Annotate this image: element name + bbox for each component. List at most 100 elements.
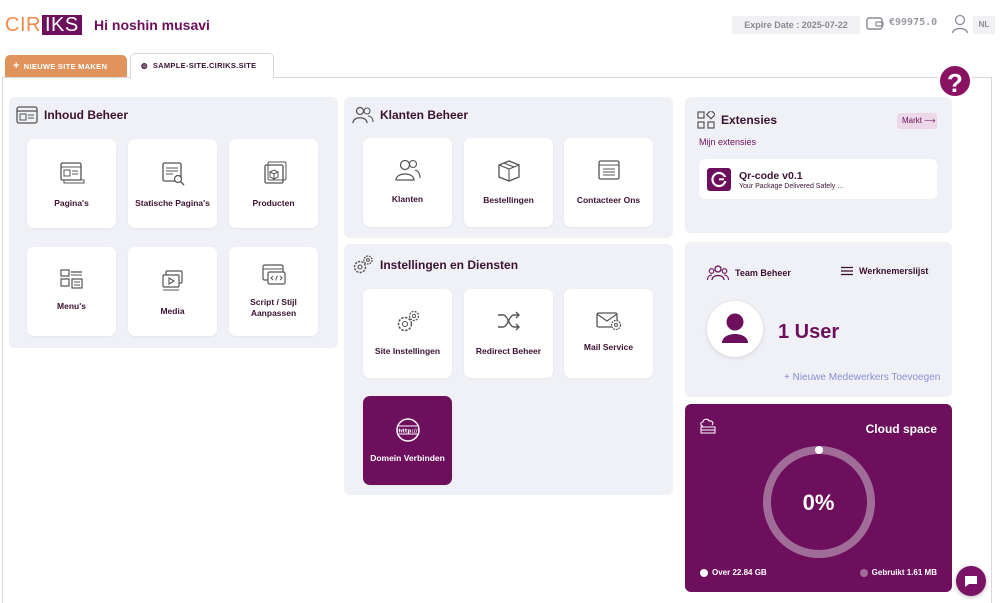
cloud-server-icon <box>700 418 716 434</box>
free-dot-icon <box>700 568 708 577</box>
customers-title-text: Klanten Beheer <box>380 108 469 122</box>
logo-text-left: CIR <box>5 13 41 36</box>
current-site-tab-label: SAMPLE-SITE.CIRIKS.SITE <box>152 61 257 70</box>
contact-form-icon <box>597 160 620 180</box>
market-button[interactable]: Markt ⟶ <box>897 113 937 129</box>
users-count: 1 User <box>778 321 840 343</box>
market-button-label: Markt <box>902 116 922 125</box>
pages-icon <box>59 162 84 184</box>
team-icon <box>707 265 729 281</box>
pages-card-label: Pagina's <box>54 198 89 208</box>
static-pages-card-label: Statische Pagina's <box>135 198 210 208</box>
top-header: CIR IKS Hi noshin musavi Expire Date : 20… <box>0 0 1003 50</box>
products-box-icon <box>263 161 286 184</box>
current-site-tab[interactable]: ◍ SAMPLE-SITE.CIRIKS.SITE <box>130 53 274 78</box>
products-card-label: Producten <box>252 198 295 208</box>
list-icon <box>841 266 853 276</box>
extensions-grid-icon <box>697 111 715 129</box>
expire-date-badge: Expire Date : 2025-07-22 <box>732 16 860 34</box>
user-profile-icon[interactable] <box>951 14 969 34</box>
browser-window-icon <box>16 106 38 124</box>
wallet-balance: €99975.0 <box>889 17 938 28</box>
orders-box-icon <box>497 160 520 182</box>
wallet-icon[interactable] <box>866 16 884 31</box>
used-dot-icon <box>859 568 868 577</box>
orders-card[interactable]: Bestellingen <box>464 138 553 227</box>
mail-service-card[interactable]: Mail Service <box>564 289 653 378</box>
code-window-icon <box>261 264 286 285</box>
extension-name: Qr-code v0.1 <box>739 170 803 182</box>
contact-us-card-label: Contacteer Ons <box>576 195 641 205</box>
media-icon <box>161 270 183 291</box>
logo-text-right: IKS <box>41 15 82 35</box>
redirect-card-label: Redirect Beheer <box>475 346 542 356</box>
media-card[interactable]: Media <box>128 247 217 336</box>
customers-card-label: Klanten <box>391 194 424 204</box>
storage-percent: 0% <box>802 490 835 515</box>
plus-icon: + <box>13 60 20 72</box>
arrow-right-icon: ⟶ <box>924 116 936 125</box>
shuffle-icon <box>497 311 520 331</box>
person-icon <box>722 313 748 343</box>
avatar <box>707 301 763 357</box>
site-settings-card-label: Site Instellingen <box>374 346 441 356</box>
used-space-label: Gebruikt 1.61 MB <box>871 568 937 577</box>
chat-button[interactable] <box>956 566 986 596</box>
static-pages-icon <box>161 162 184 186</box>
help-button[interactable]: ? <box>938 64 972 98</box>
menus-card-label: Menu's <box>57 301 86 311</box>
used-space-legend: Gebruikt 1.61 MB <box>859 568 937 577</box>
menus-icon <box>59 269 83 289</box>
staff-list-link[interactable]: Werknemerslijst <box>841 266 928 276</box>
greeting-text: Hi noshin musavi <box>94 17 210 33</box>
settings-title-text: Instellingen en Diensten <box>380 258 519 272</box>
http-globe-icon: http:// <box>395 418 420 442</box>
site-settings-card[interactable]: Site Instellingen <box>363 289 452 378</box>
media-card-label: Media <box>160 306 185 316</box>
script-style-card-label: Script / Stijl Aanpassen <box>250 297 297 318</box>
extension-description: Your Package Delivered Safely ... <box>739 183 844 190</box>
pages-card[interactable]: Pagina's <box>27 139 116 228</box>
cloud-space-title: Cloud space <box>865 422 937 436</box>
site-settings-gears-icon <box>397 310 419 332</box>
content-management-title: Inhoud Beheer <box>16 106 128 124</box>
language-switch[interactable]: NL <box>973 16 995 34</box>
redirect-card[interactable]: Redirect Beheer <box>464 289 553 378</box>
free-space-legend: Over 22.84 GB <box>700 568 767 577</box>
content-management-title-text: Inhoud Beheer <box>44 108 129 122</box>
gears-icon <box>353 255 373 274</box>
customers-title: Klanten Beheer <box>352 106 468 124</box>
script-style-card[interactable]: Script / Stijl Aanpassen <box>229 247 318 336</box>
contact-us-card[interactable]: Contacteer Ons <box>564 138 653 227</box>
cloud-space-panel: Cloud space 0% Over 22.84 GB Gebruikt 1.… <box>685 404 952 592</box>
extension-item[interactable]: Qr-code v0.1 Your Package Delivered Safe… <box>699 159 937 199</box>
add-staff-link[interactable]: + Nieuwe Medewerkers Toevoegen <box>784 372 940 383</box>
qr-code-extension-icon <box>707 168 731 191</box>
mail-service-card-label: Mail Service <box>583 342 634 352</box>
globe-icon: ◍ <box>141 61 148 70</box>
products-card[interactable]: Producten <box>229 139 318 228</box>
team-management-link[interactable]: Team Beheer <box>707 265 791 281</box>
staff-list-label: Werknemerslijst <box>859 266 929 276</box>
team-management-label: Team Beheer <box>735 268 791 278</box>
static-pages-card[interactable]: Statische Pagina's <box>128 139 217 228</box>
customers-card[interactable]: Klanten <box>363 138 452 227</box>
customers-icon <box>394 159 421 181</box>
extensions-title: Extensies <box>697 111 777 129</box>
mail-settings-icon <box>595 312 621 331</box>
orders-card-label: Bestellingen <box>483 195 534 205</box>
my-extensions-label: Mijn extensies <box>699 137 757 147</box>
new-site-tab-label: NIEUWE SITE MAKEN <box>23 62 108 71</box>
settings-title: Instellingen en Diensten <box>352 254 518 276</box>
svg-text:http://: http:// <box>398 428 418 434</box>
menus-card[interactable]: Menu's <box>27 247 116 336</box>
gauge-knob <box>815 446 823 454</box>
users-icon <box>352 106 374 124</box>
free-space-label: Over 22.84 GB <box>712 568 767 577</box>
ciriks-logo[interactable]: CIR IKS <box>5 14 82 36</box>
connect-domain-card-label: Domein Verbinden <box>370 453 445 463</box>
chat-bubble-icon <box>965 576 977 587</box>
connect-domain-card[interactable]: http:// Domein Verbinden <box>363 396 452 485</box>
extensions-title-text: Extensies <box>721 113 778 127</box>
new-site-tab[interactable]: + NIEUWE SITE MAKEN <box>5 55 127 77</box>
